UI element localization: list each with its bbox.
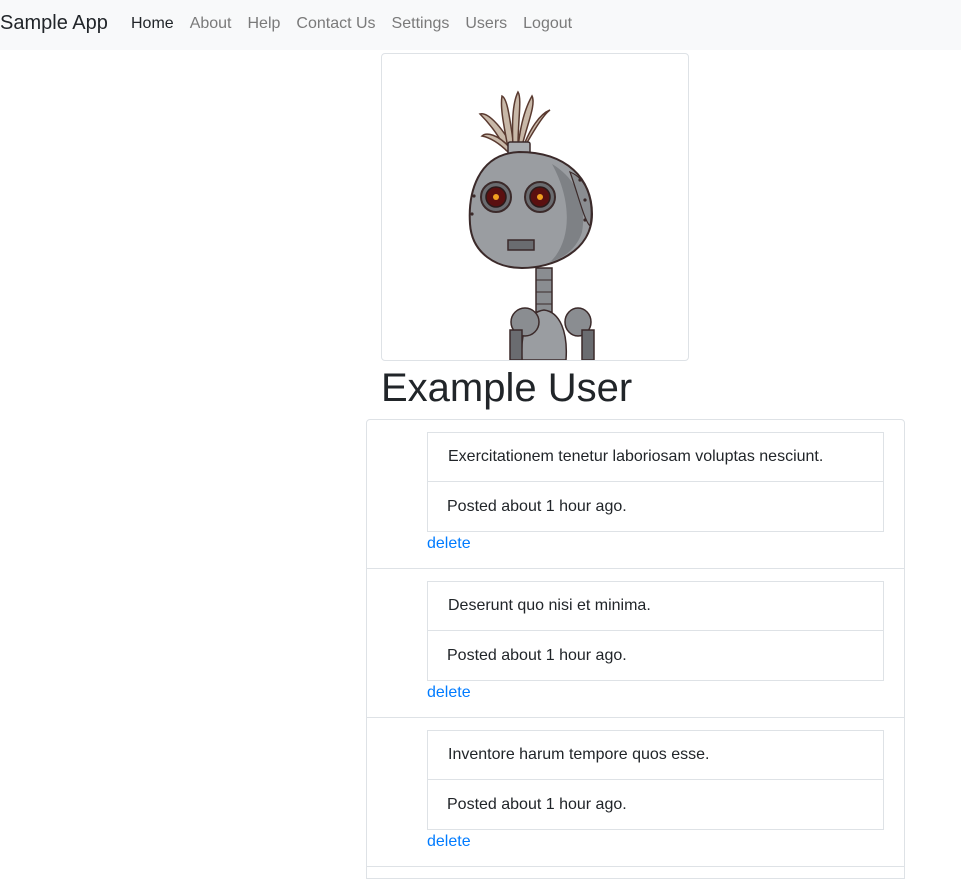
user-name: Example User <box>381 366 633 410</box>
robot-avatar-image <box>468 90 595 360</box>
user-avatar <box>381 53 689 361</box>
delete-link[interactable]: delete <box>427 684 471 702</box>
navbar: Sample App Home About Help Contact Us Se… <box>0 0 961 50</box>
micropost-item: Exercitationem tenetur laboriosam volupt… <box>367 420 904 569</box>
micropost-content: Deserunt quo nisi et minima. <box>427 581 884 631</box>
micropost-timestamp: Posted about 1 hour ago. <box>427 631 884 681</box>
brand-link[interactable]: Sample App <box>0 12 108 35</box>
nav-link-home[interactable]: Home <box>131 15 174 33</box>
micropost-content: Inventore harum tempore quos esse. <box>427 730 884 780</box>
micropost-content: Exercitationem tenetur laboriosam volupt… <box>427 432 884 482</box>
micropost-timestamp: Posted about 1 hour ago. <box>427 780 884 830</box>
nav-link-users[interactable]: Users <box>465 15 507 33</box>
nav-link-about[interactable]: About <box>190 15 232 33</box>
delete-link[interactable]: delete <box>427 535 471 553</box>
micropost-item: Deserunt quo nisi et minima. Posted abou… <box>367 569 904 718</box>
nav-link-logout[interactable]: Logout <box>523 15 572 33</box>
nav-links: Home About Help Contact Us Settings User… <box>131 15 572 33</box>
micropost-timestamp: Posted about 1 hour ago. <box>427 482 884 532</box>
micropost-list: Exercitationem tenetur laboriosam volupt… <box>366 419 905 879</box>
micropost-item: Inventore harum tempore quos esse. Poste… <box>367 718 904 867</box>
nav-link-help[interactable]: Help <box>248 15 281 33</box>
nav-link-contact[interactable]: Contact Us <box>296 15 375 33</box>
nav-link-settings[interactable]: Settings <box>392 15 450 33</box>
delete-link[interactable]: delete <box>427 833 471 851</box>
